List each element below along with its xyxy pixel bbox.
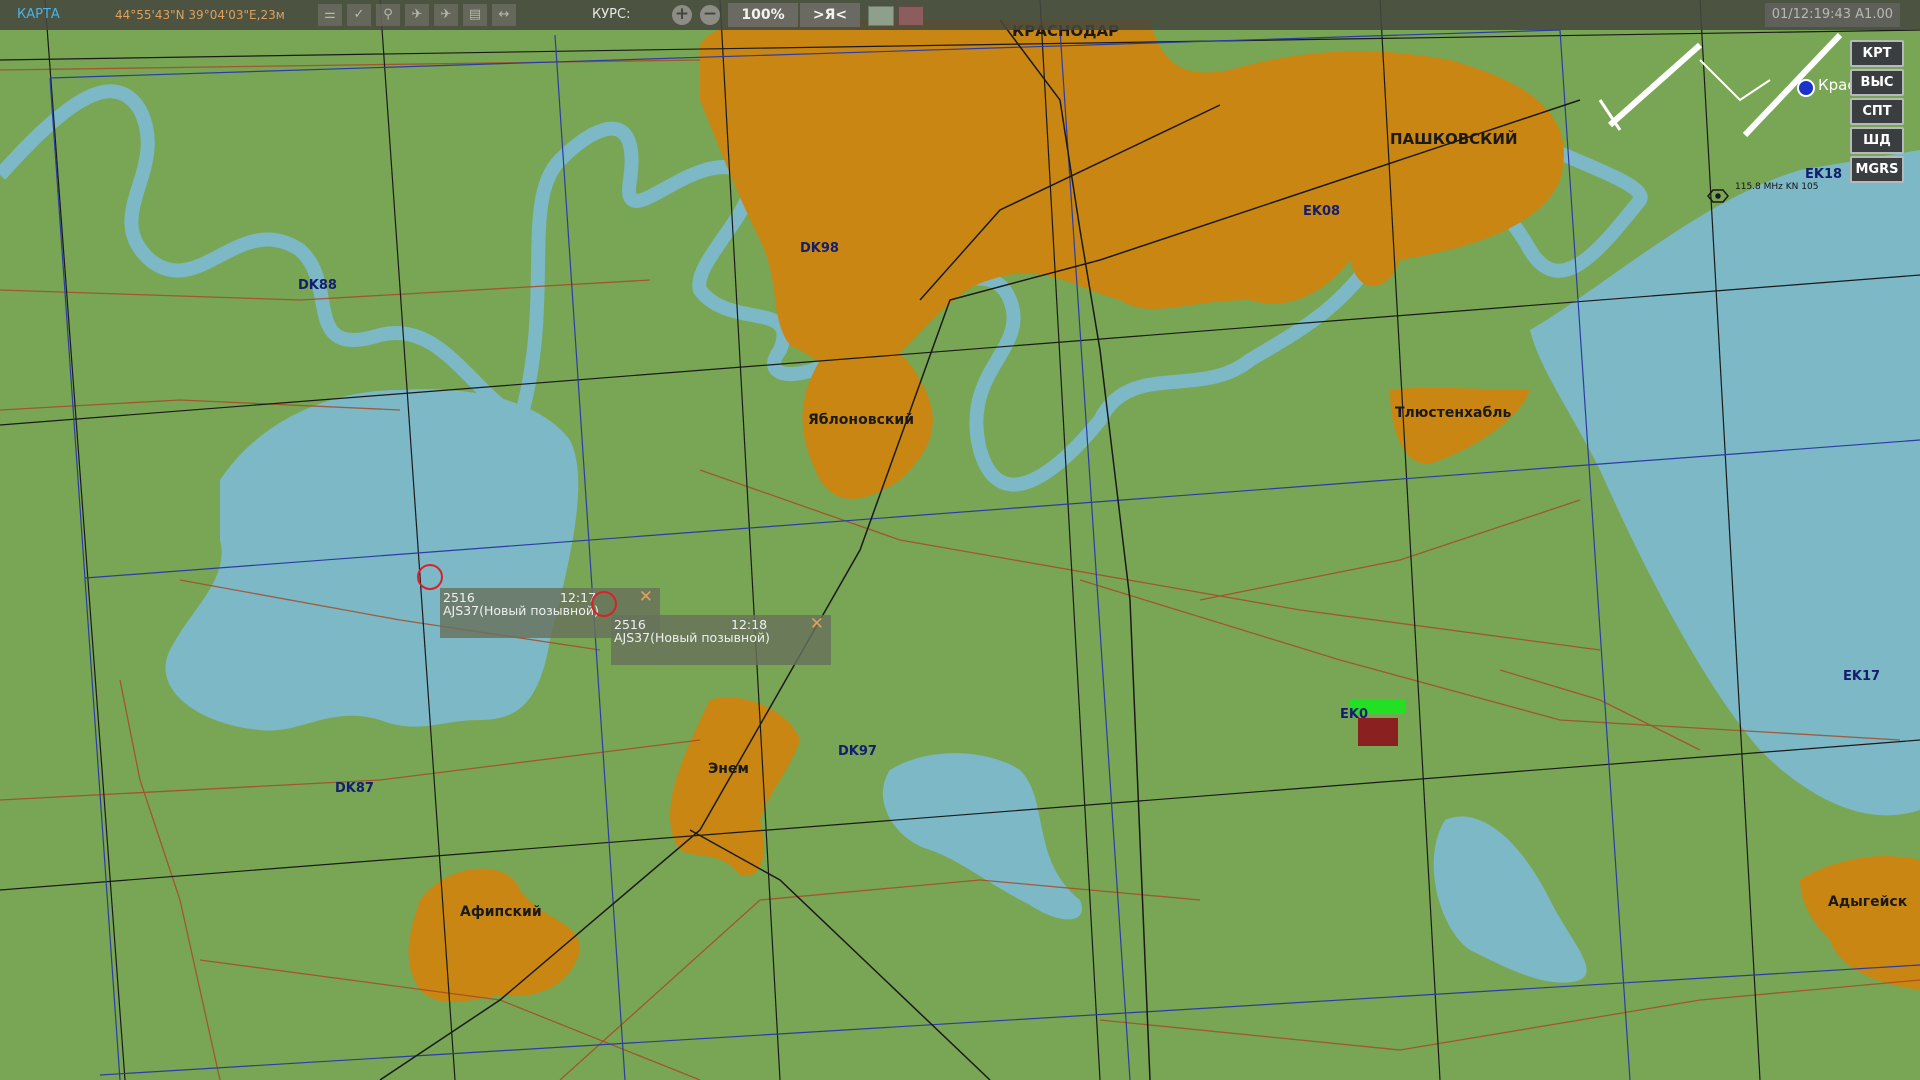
waypoint-callsign: AJS37(Новый позывной): [443, 603, 599, 618]
place-label: Энем: [708, 761, 749, 777]
altitude-layer-button[interactable]: ВЫС: [1850, 69, 1904, 96]
place-label: Тлюстенхабль: [1395, 405, 1512, 421]
waypoint-marker[interactable]: [417, 564, 443, 590]
course-label: КУРС:: [592, 7, 631, 22]
waypoint-tooltip[interactable]: 2516 12:18 AJS37(Новый позывной) ✕: [611, 614, 831, 665]
mission-time: 01/12:19:43 A1.00: [1764, 3, 1900, 27]
route-tool-icon[interactable]: ✓: [347, 4, 371, 26]
satellite-layer-button[interactable]: СПТ: [1850, 98, 1904, 125]
grid-square-label: EK0: [1340, 707, 1368, 722]
aircraft-filter-icon[interactable]: ✈: [405, 4, 429, 26]
grid-square-label: DK87: [335, 781, 374, 796]
close-icon[interactable]: ✕: [810, 614, 824, 634]
map-layer-button[interactable]: КРТ: [1850, 40, 1904, 67]
place-label: Адыгейск: [1828, 894, 1908, 910]
beacon-info: 115.8 MHz KN 105: [1735, 182, 1819, 192]
center-on-self-button[interactable]: >Я<: [800, 3, 860, 27]
zoom-level[interactable]: 100%: [728, 3, 798, 27]
waypoint-marker[interactable]: [591, 591, 617, 617]
top-toolbar: КАРТА 44°55'43"N 39°04'03"E,23м ⚌ ✓ ⚲ ✈ …: [0, 0, 1920, 30]
grid-square-label: EK17: [1843, 669, 1881, 684]
grid-square-label: EK18: [1805, 167, 1843, 182]
place-label: ПАШКОВСКИЙ: [1390, 130, 1518, 148]
search-tool-icon[interactable]: ⚲: [376, 4, 400, 26]
ruler-icon[interactable]: ↔: [492, 4, 516, 26]
grid-square-label: DK88: [298, 278, 337, 293]
map-mode-label[interactable]: КАРТА: [17, 0, 60, 30]
latlon-grid-button[interactable]: ШД: [1850, 127, 1904, 154]
ground-filter-icon[interactable]: ✈: [434, 4, 458, 26]
layer-toggle-icon[interactable]: [868, 6, 894, 26]
map-canvas[interactable]: [0, 0, 1920, 1080]
grid-square-label: DK98: [800, 241, 839, 256]
flag-toggle-icon[interactable]: [898, 6, 924, 26]
cursor-coordinates: 44°55'43"N 39°04'03"E,23м: [115, 8, 285, 22]
zoom-in-button[interactable]: +: [672, 5, 692, 25]
grid-square-label: EK08: [1303, 204, 1341, 219]
measure-tool-icon[interactable]: ⚌: [318, 4, 342, 26]
place-label: Афипский: [460, 904, 542, 920]
zoom-out-button[interactable]: −: [700, 5, 720, 25]
place-label: Яблоновский: [808, 412, 914, 428]
message-icon[interactable]: ▤: [463, 4, 487, 26]
mgrs-grid-button[interactable]: MGRS: [1850, 156, 1904, 183]
waypoint-callsign: AJS37(Новый позывной): [614, 630, 770, 645]
close-icon[interactable]: ✕: [639, 587, 653, 607]
grid-square-label: DK97: [838, 744, 877, 759]
